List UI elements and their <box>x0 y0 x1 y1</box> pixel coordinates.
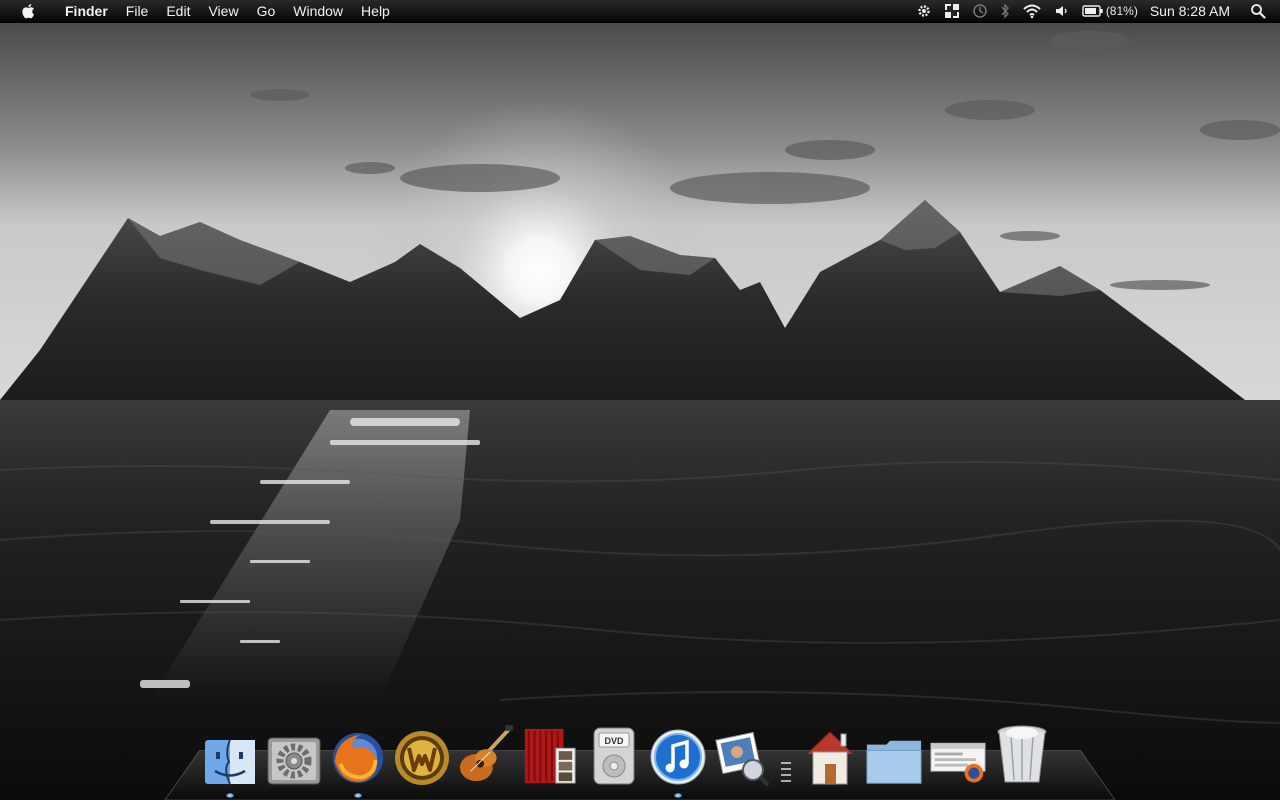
preview-icon <box>715 731 770 786</box>
menu-view[interactable]: View <box>199 0 247 22</box>
menu-clock[interactable]: Sun 8:28 AM <box>1150 3 1230 19</box>
dock-preview[interactable] <box>713 724 771 786</box>
trash-icon <box>997 725 1047 783</box>
folder-icon <box>866 740 922 784</box>
apple-icon[interactable] <box>20 2 38 20</box>
wifi-icon[interactable] <box>1022 0 1042 22</box>
dock-firefox[interactable] <box>329 724 387 798</box>
battery-percentage: (81%) <box>1105 4 1138 18</box>
time-machine-icon[interactable] <box>972 0 988 22</box>
spotlight-icon[interactable] <box>1250 0 1266 22</box>
battery-icon[interactable]: (81%) <box>1082 0 1138 22</box>
menu-file[interactable]: File <box>117 0 158 22</box>
itunes-icon <box>650 729 706 785</box>
dock-dvd-player[interactable]: DVD <box>585 724 643 786</box>
menu-go[interactable]: Go <box>248 0 285 22</box>
dock-downloads[interactable] <box>929 724 987 786</box>
dvd-player-icon: DVD <box>593 727 635 785</box>
system-preferences-icon <box>267 737 321 785</box>
dock-trash[interactable] <box>993 724 1051 786</box>
photo-booth-icon <box>524 728 576 784</box>
firefox-running-indicator <box>354 793 362 798</box>
dock-photo-booth[interactable] <box>521 724 579 786</box>
menu-app-name[interactable]: Finder <box>56 0 117 22</box>
itunes-running-indicator <box>674 793 682 798</box>
dock-finder[interactable] <box>201 724 259 798</box>
dock-world-of-warcraft[interactable] <box>393 724 451 786</box>
dock: DVD <box>198 716 1054 798</box>
finder-running-indicator <box>226 793 234 798</box>
dock-folder[interactable] <box>865 724 923 786</box>
garageband-icon <box>459 725 514 782</box>
menu-window[interactable]: Window <box>284 0 352 22</box>
dock-system-preferences[interactable] <box>265 724 323 786</box>
finder-icon <box>205 739 255 785</box>
dock-separator[interactable] <box>778 726 794 786</box>
firefox-download-icon <box>930 742 986 783</box>
menu-edit[interactable]: Edit <box>157 0 199 22</box>
bluetooth-icon[interactable] <box>1000 0 1010 22</box>
menu-help[interactable]: Help <box>352 0 399 22</box>
warcraft-icon <box>395 731 449 785</box>
dock-garageband[interactable] <box>457 724 515 786</box>
svg-text:DVD: DVD <box>604 736 624 746</box>
desktop-wallpaper <box>0 0 1280 800</box>
firefox-icon <box>332 732 384 784</box>
gear-icon[interactable] <box>916 0 932 22</box>
volume-icon[interactable] <box>1054 0 1070 22</box>
menu-bar: Finder File Edit View Go Window Help (81… <box>0 0 1280 23</box>
spaces-icon[interactable] <box>944 0 960 22</box>
dock-home-folder[interactable] <box>801 724 859 786</box>
home-folder-icon <box>806 731 854 785</box>
dock-itunes[interactable] <box>649 724 707 798</box>
